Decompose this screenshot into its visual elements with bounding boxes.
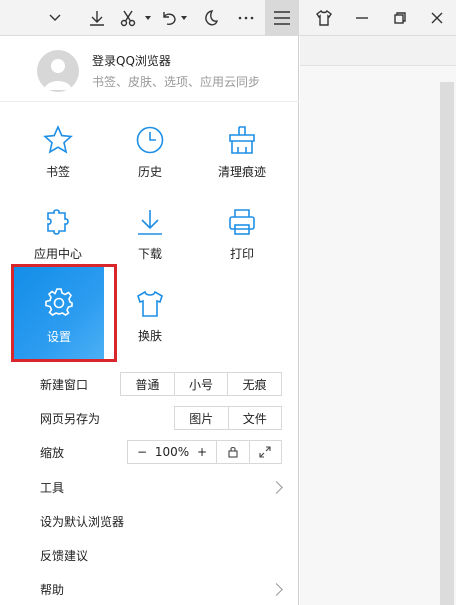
- history-label: 历史: [137, 165, 162, 179]
- clear-traces-label: 清理痕迹: [217, 165, 266, 179]
- lock-icon: [228, 446, 238, 458]
- zoom-stepper: − 100% +: [128, 441, 216, 463]
- download-icon[interactable]: [85, 0, 109, 36]
- bookmarks-label: 书签: [45, 165, 70, 179]
- browser-toolbar: [0, 0, 456, 36]
- app-center-label: 应用中心: [33, 247, 82, 261]
- history-tile[interactable]: 历史: [103, 117, 197, 201]
- new-window-incognito-button[interactable]: 无痕: [227, 373, 281, 395]
- download-tile[interactable]: 下载: [103, 199, 197, 283]
- undo-icon[interactable]: [158, 0, 180, 36]
- set-default-browser-item[interactable]: 设为默认浏览器: [40, 513, 124, 530]
- scissors-icon[interactable]: [116, 0, 140, 36]
- login-title[interactable]: 登录QQ浏览器: [92, 52, 171, 69]
- zoom-value: 100%: [154, 445, 190, 459]
- close-icon[interactable]: [425, 0, 449, 36]
- help-menu-item[interactable]: 帮助: [40, 581, 64, 598]
- feedback-item[interactable]: 反馈建议: [40, 547, 88, 564]
- printer-icon: [229, 209, 255, 235]
- broom-icon: [229, 126, 255, 154]
- zoom-in-button[interactable]: +: [197, 445, 207, 459]
- save-page-label: 网页另存为: [40, 412, 101, 426]
- star-icon: [43, 125, 73, 154]
- new-window-normal-button[interactable]: 普通: [121, 373, 174, 395]
- lock-zoom-button[interactable]: [216, 441, 249, 463]
- skin-tile[interactable]: 换肤: [103, 281, 197, 365]
- restore-icon[interactable]: [388, 0, 412, 36]
- save-as-file-button[interactable]: 文件: [227, 407, 282, 429]
- tshirt-icon: [137, 290, 163, 317]
- download-icon: [138, 210, 162, 235]
- tools-menu-item[interactable]: 工具: [40, 479, 64, 496]
- night-mode-icon[interactable]: [198, 0, 222, 36]
- scrollbar[interactable]: [440, 82, 454, 605]
- bookmarks-tile[interactable]: 书签: [11, 117, 105, 201]
- download-label: 下载: [137, 247, 162, 261]
- fullscreen-icon: [259, 446, 271, 458]
- zoom-controls: − 100% +: [127, 440, 282, 464]
- minimize-icon[interactable]: [350, 0, 374, 36]
- more-icon[interactable]: [234, 0, 258, 36]
- skin-icon[interactable]: [312, 0, 336, 36]
- tab-strip: [300, 36, 456, 66]
- page-content: [300, 36, 456, 605]
- login-subtitle: 书签、皮肤、选项、应用云同步: [92, 75, 261, 89]
- menu-icon[interactable]: [265, 0, 299, 36]
- new-window-small-button[interactable]: 小号: [173, 373, 228, 395]
- save-page-buttons: 图片 文件: [174, 406, 282, 430]
- puzzle-icon: [47, 209, 69, 235]
- chevron-down-icon[interactable]: [45, 0, 65, 36]
- scissors-dropdown-icon[interactable]: [143, 0, 153, 36]
- fullscreen-button[interactable]: [248, 441, 282, 463]
- undo-dropdown-icon[interactable]: [179, 0, 189, 36]
- zoom-label: 缩放: [40, 446, 65, 460]
- save-as-image-button[interactable]: 图片: [175, 407, 228, 429]
- zoom-out-button[interactable]: −: [137, 445, 147, 459]
- highlight-box: [11, 264, 117, 362]
- print-label: 打印: [229, 247, 254, 261]
- new-window-buttons: 普通 小号 无痕: [120, 372, 282, 396]
- new-window-label: 新建窗口: [40, 378, 89, 392]
- clock-icon: [136, 126, 164, 154]
- skin-label: 换肤: [137, 329, 162, 343]
- clear-traces-tile[interactable]: 清理痕迹: [195, 117, 289, 201]
- avatar[interactable]: [37, 50, 79, 92]
- print-tile[interactable]: 打印: [195, 199, 289, 283]
